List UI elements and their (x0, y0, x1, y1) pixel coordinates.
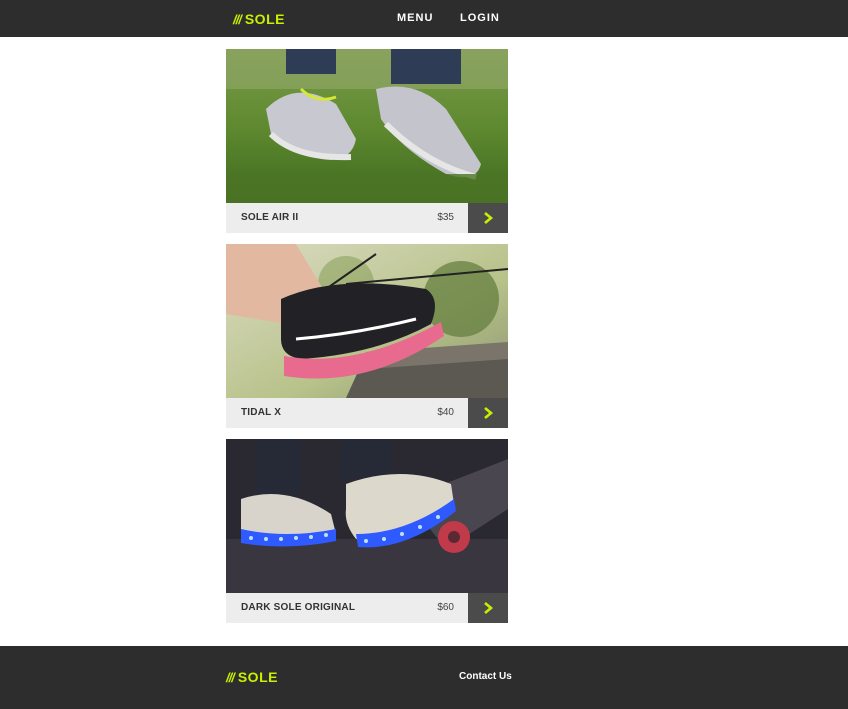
logo-text: SOLE (244, 11, 285, 27)
product-card: DARK SOLE ORIGINAL $60 (226, 439, 508, 623)
product-info-bar: TIDAL X $40 (226, 398, 468, 428)
brand-logo[interactable]: /// SOLE (233, 11, 285, 27)
logo-slashes: /// (233, 11, 242, 27)
product-card: TIDAL X $40 (226, 244, 508, 428)
nav-login-link[interactable]: LOGIN (460, 12, 500, 24)
product-name: TIDAL X (241, 407, 282, 418)
product-image-sneaker-bench[interactable] (226, 244, 508, 398)
product-card: SOLE AIR II $35 (226, 49, 508, 233)
chevron-right-icon (484, 407, 494, 419)
logo-slashes: /// (226, 669, 235, 685)
product-info-bar: DARK SOLE ORIGINAL $60 (226, 593, 468, 623)
product-price: $40 (437, 407, 454, 418)
product-view-button[interactable] (468, 203, 508, 233)
nav-menu-link[interactable]: MENU (397, 12, 433, 24)
product-name: DARK SOLE ORIGINAL (241, 602, 356, 613)
product-image-light-up-sneakers[interactable] (226, 439, 508, 593)
top-navigation-bar: /// SOLE MENU LOGIN (0, 0, 848, 37)
chevron-right-icon (484, 602, 494, 614)
product-price: $60 (437, 602, 454, 613)
footer: /// SOLE Contact Us (0, 646, 848, 709)
product-image-sneakers-grass[interactable] (226, 49, 508, 203)
product-price: $35 (437, 212, 454, 223)
product-view-button[interactable] (468, 398, 508, 428)
contact-us-link[interactable]: Contact Us (459, 671, 512, 682)
product-name: SOLE AIR II (241, 212, 299, 223)
chevron-right-icon (484, 212, 494, 224)
product-info-bar: SOLE AIR II $35 (226, 203, 468, 233)
logo-text: SOLE (237, 669, 278, 685)
footer-brand-logo[interactable]: /// SOLE (226, 669, 278, 685)
product-view-button[interactable] (468, 593, 508, 623)
